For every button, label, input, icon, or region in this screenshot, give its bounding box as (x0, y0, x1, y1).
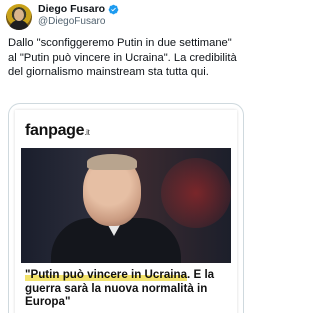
avatar-coat (9, 20, 29, 30)
author-name-row: Diego Fusaro (38, 3, 119, 15)
logo-tld: .it (84, 128, 90, 137)
article-screenshot: fanpage.it "Putin può vincere in Ucraina… (15, 110, 237, 313)
headline-highlight: "Putin può vincere in Ucraina (25, 268, 188, 281)
author-handle[interactable]: @DiegoFusaro (38, 16, 105, 27)
photo-person-hair (87, 154, 137, 170)
tweet-text: Dallo "sconfiggeremo Putin in due settim… (8, 37, 237, 78)
article-photo (21, 148, 231, 263)
photo-background-light (161, 158, 231, 228)
article-headline: "Putin può vincere in Ucraina. E la guer… (25, 268, 230, 309)
link-card[interactable]: fanpage.it "Putin può vincere in Ucraina… (8, 103, 244, 313)
avatar[interactable] (6, 4, 32, 30)
tweet: Diego Fusaro @DiegoFusaro Dallo "sconfig… (0, 0, 250, 313)
fanpage-logo: fanpage.it (25, 122, 90, 140)
author-display-name[interactable]: Diego Fusaro (38, 3, 105, 15)
logo-main: fanpage (25, 122, 85, 139)
verified-badge-icon (108, 4, 119, 14)
avatar-face (14, 9, 24, 21)
